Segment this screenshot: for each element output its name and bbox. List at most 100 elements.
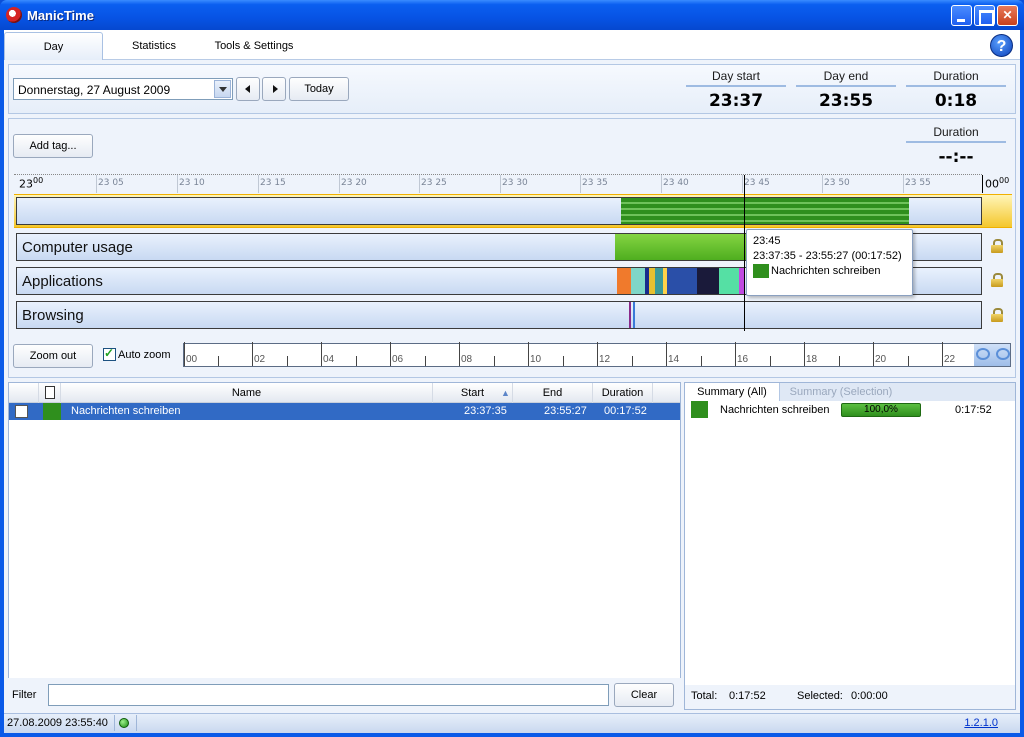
day-end-stat: Day end 23:55 [796, 69, 896, 111]
drag-handle-icon [976, 348, 990, 360]
header-select[interactable] [9, 383, 39, 403]
tooltip-name: Nachrichten schreiben [771, 265, 881, 277]
ruler-tick [580, 175, 581, 193]
app-segment[interactable] [631, 268, 645, 294]
timeline-cursor [744, 175, 745, 331]
ruler-tick [177, 175, 178, 193]
header-color[interactable] [39, 383, 61, 403]
today-button[interactable]: Today [289, 77, 349, 101]
previous-day-button[interactable] [236, 77, 260, 101]
status-divider [114, 715, 115, 731]
app-segment[interactable] [719, 268, 739, 294]
timeline-ruler[interactable]: 2300 23 05 23 10 23 15 23 20 23 25 23 30… [14, 174, 1009, 194]
ruler-tick [903, 175, 904, 193]
tag-activity-bar[interactable] [621, 198, 909, 224]
activity-list: Name Start ▲ End Duration Nachrichten sc… [8, 382, 681, 710]
zoom-tick [425, 356, 426, 366]
ruler-label: 23 30 [502, 178, 528, 188]
list-header: Name Start ▲ End Duration [9, 383, 680, 403]
maximize-button[interactable] [974, 5, 995, 26]
zoom-hour-label: 06 [392, 354, 404, 365]
summary-progress-bar: 100,0% [841, 403, 921, 417]
tab-day[interactable]: Day [4, 32, 103, 60]
row-name: Nachrichten schreiben [71, 405, 181, 417]
close-button[interactable]: ✕ [997, 5, 1018, 26]
summary-panel: Summary (All) Summary (Selection) Nachri… [684, 382, 1016, 710]
zoom-tick [321, 342, 322, 366]
app-segment[interactable] [667, 268, 697, 294]
browsing-segment[interactable] [629, 302, 631, 328]
ruler-label: 23 15 [260, 178, 286, 188]
zoom-hour-label: 16 [737, 354, 749, 365]
ruler-start-label: 2300 [19, 176, 44, 191]
app-segment[interactable] [697, 268, 719, 294]
selected-label: Selected: [797, 690, 843, 702]
zoom-window-handle[interactable] [974, 344, 1010, 366]
minimize-button[interactable] [951, 5, 972, 26]
duration-stat: Duration 0:18 [906, 69, 1006, 111]
filter-input[interactable] [48, 684, 609, 706]
browsing-segment[interactable] [633, 302, 635, 328]
duration-label: Duration [906, 69, 1006, 87]
summary-tabs: Summary (All) Summary (Selection) [685, 383, 1015, 401]
row-checkbox[interactable] [15, 405, 28, 418]
ruler-label: 23 20 [341, 178, 367, 188]
row-start: 23:37:35 [464, 405, 507, 417]
selection-duration-value: --:-- [938, 147, 974, 167]
zoom-tick [770, 356, 771, 366]
ruler-label: 23 40 [663, 178, 689, 188]
tab-summary-selection[interactable]: Summary (Selection) [781, 383, 901, 401]
selection-duration-stat: Duration --:-- [906, 125, 1006, 167]
browsing-track[interactable]: Browsing [16, 301, 982, 329]
track-label: Applications [22, 273, 103, 290]
zoom-hour-label: 12 [599, 354, 611, 365]
zoom-hour-label: 02 [254, 354, 266, 365]
add-tag-button[interactable]: Add tag... [13, 134, 93, 158]
tab-summary-all[interactable]: Summary (All) [685, 383, 780, 401]
zoom-tick [597, 342, 598, 366]
color-swatch [691, 401, 708, 418]
zoom-tick [701, 356, 702, 366]
client-area: Day Statistics Tools & Settings ? Donner… [4, 30, 1020, 733]
status-datetime: 27.08.2009 23:55:40 [7, 717, 108, 729]
activity-tooltip: 23:45 23:37:35 - 23:55:27 (00:17:52) Nac… [746, 229, 913, 296]
clear-button[interactable]: Clear [614, 683, 674, 707]
header-end[interactable]: End [513, 383, 593, 403]
header-name[interactable]: Name [61, 383, 433, 403]
lock-icon[interactable] [991, 308, 1003, 322]
title-bar[interactable]: ManicTime ✕ [0, 0, 1024, 30]
tab-statistics[interactable]: Statistics [114, 32, 194, 60]
header-start[interactable]: Start ▲ [433, 383, 513, 403]
ruler-label: 23 55 [905, 178, 931, 188]
tab-tools-settings[interactable]: Tools & Settings [204, 32, 304, 60]
lock-icon[interactable] [991, 239, 1003, 253]
zoom-tick [218, 356, 219, 366]
zoom-tick [666, 342, 667, 366]
zoom-tick [390, 342, 391, 366]
app-segment[interactable] [655, 268, 663, 294]
sort-ascending-icon: ▲ [501, 388, 510, 398]
date-picker[interactable]: Donnerstag, 27 August 2009 [13, 78, 233, 100]
zoom-tick [873, 342, 874, 366]
lock-icon[interactable] [991, 273, 1003, 287]
ruler-label: 23 45 [744, 178, 770, 188]
zoom-tick [839, 356, 840, 366]
app-segment[interactable] [617, 268, 631, 294]
zoom-out-button[interactable]: Zoom out [13, 344, 93, 368]
header-duration[interactable]: Duration [593, 383, 653, 403]
zoom-tick [908, 356, 909, 366]
status-divider [136, 715, 137, 731]
day-start-label: Day start [686, 69, 786, 87]
ruler-tick [96, 175, 97, 193]
zoom-hour-label: 20 [875, 354, 887, 365]
table-row[interactable]: Nachrichten schreiben 23:37:35 23:55:27 … [9, 403, 680, 420]
tag-track[interactable] [16, 197, 982, 225]
version-link[interactable]: 1.2.1.0 [964, 717, 998, 729]
chevron-down-icon[interactable] [214, 80, 231, 98]
auto-zoom-checkbox[interactable] [103, 346, 116, 361]
ruler-label: 23 25 [421, 178, 447, 188]
day-overview-ruler[interactable]: 00 02 04 06 08 10 12 14 16 18 20 22 [183, 342, 1011, 367]
next-day-button[interactable] [262, 77, 286, 101]
total-label: Total: [691, 690, 718, 702]
help-icon[interactable]: ? [990, 34, 1013, 57]
